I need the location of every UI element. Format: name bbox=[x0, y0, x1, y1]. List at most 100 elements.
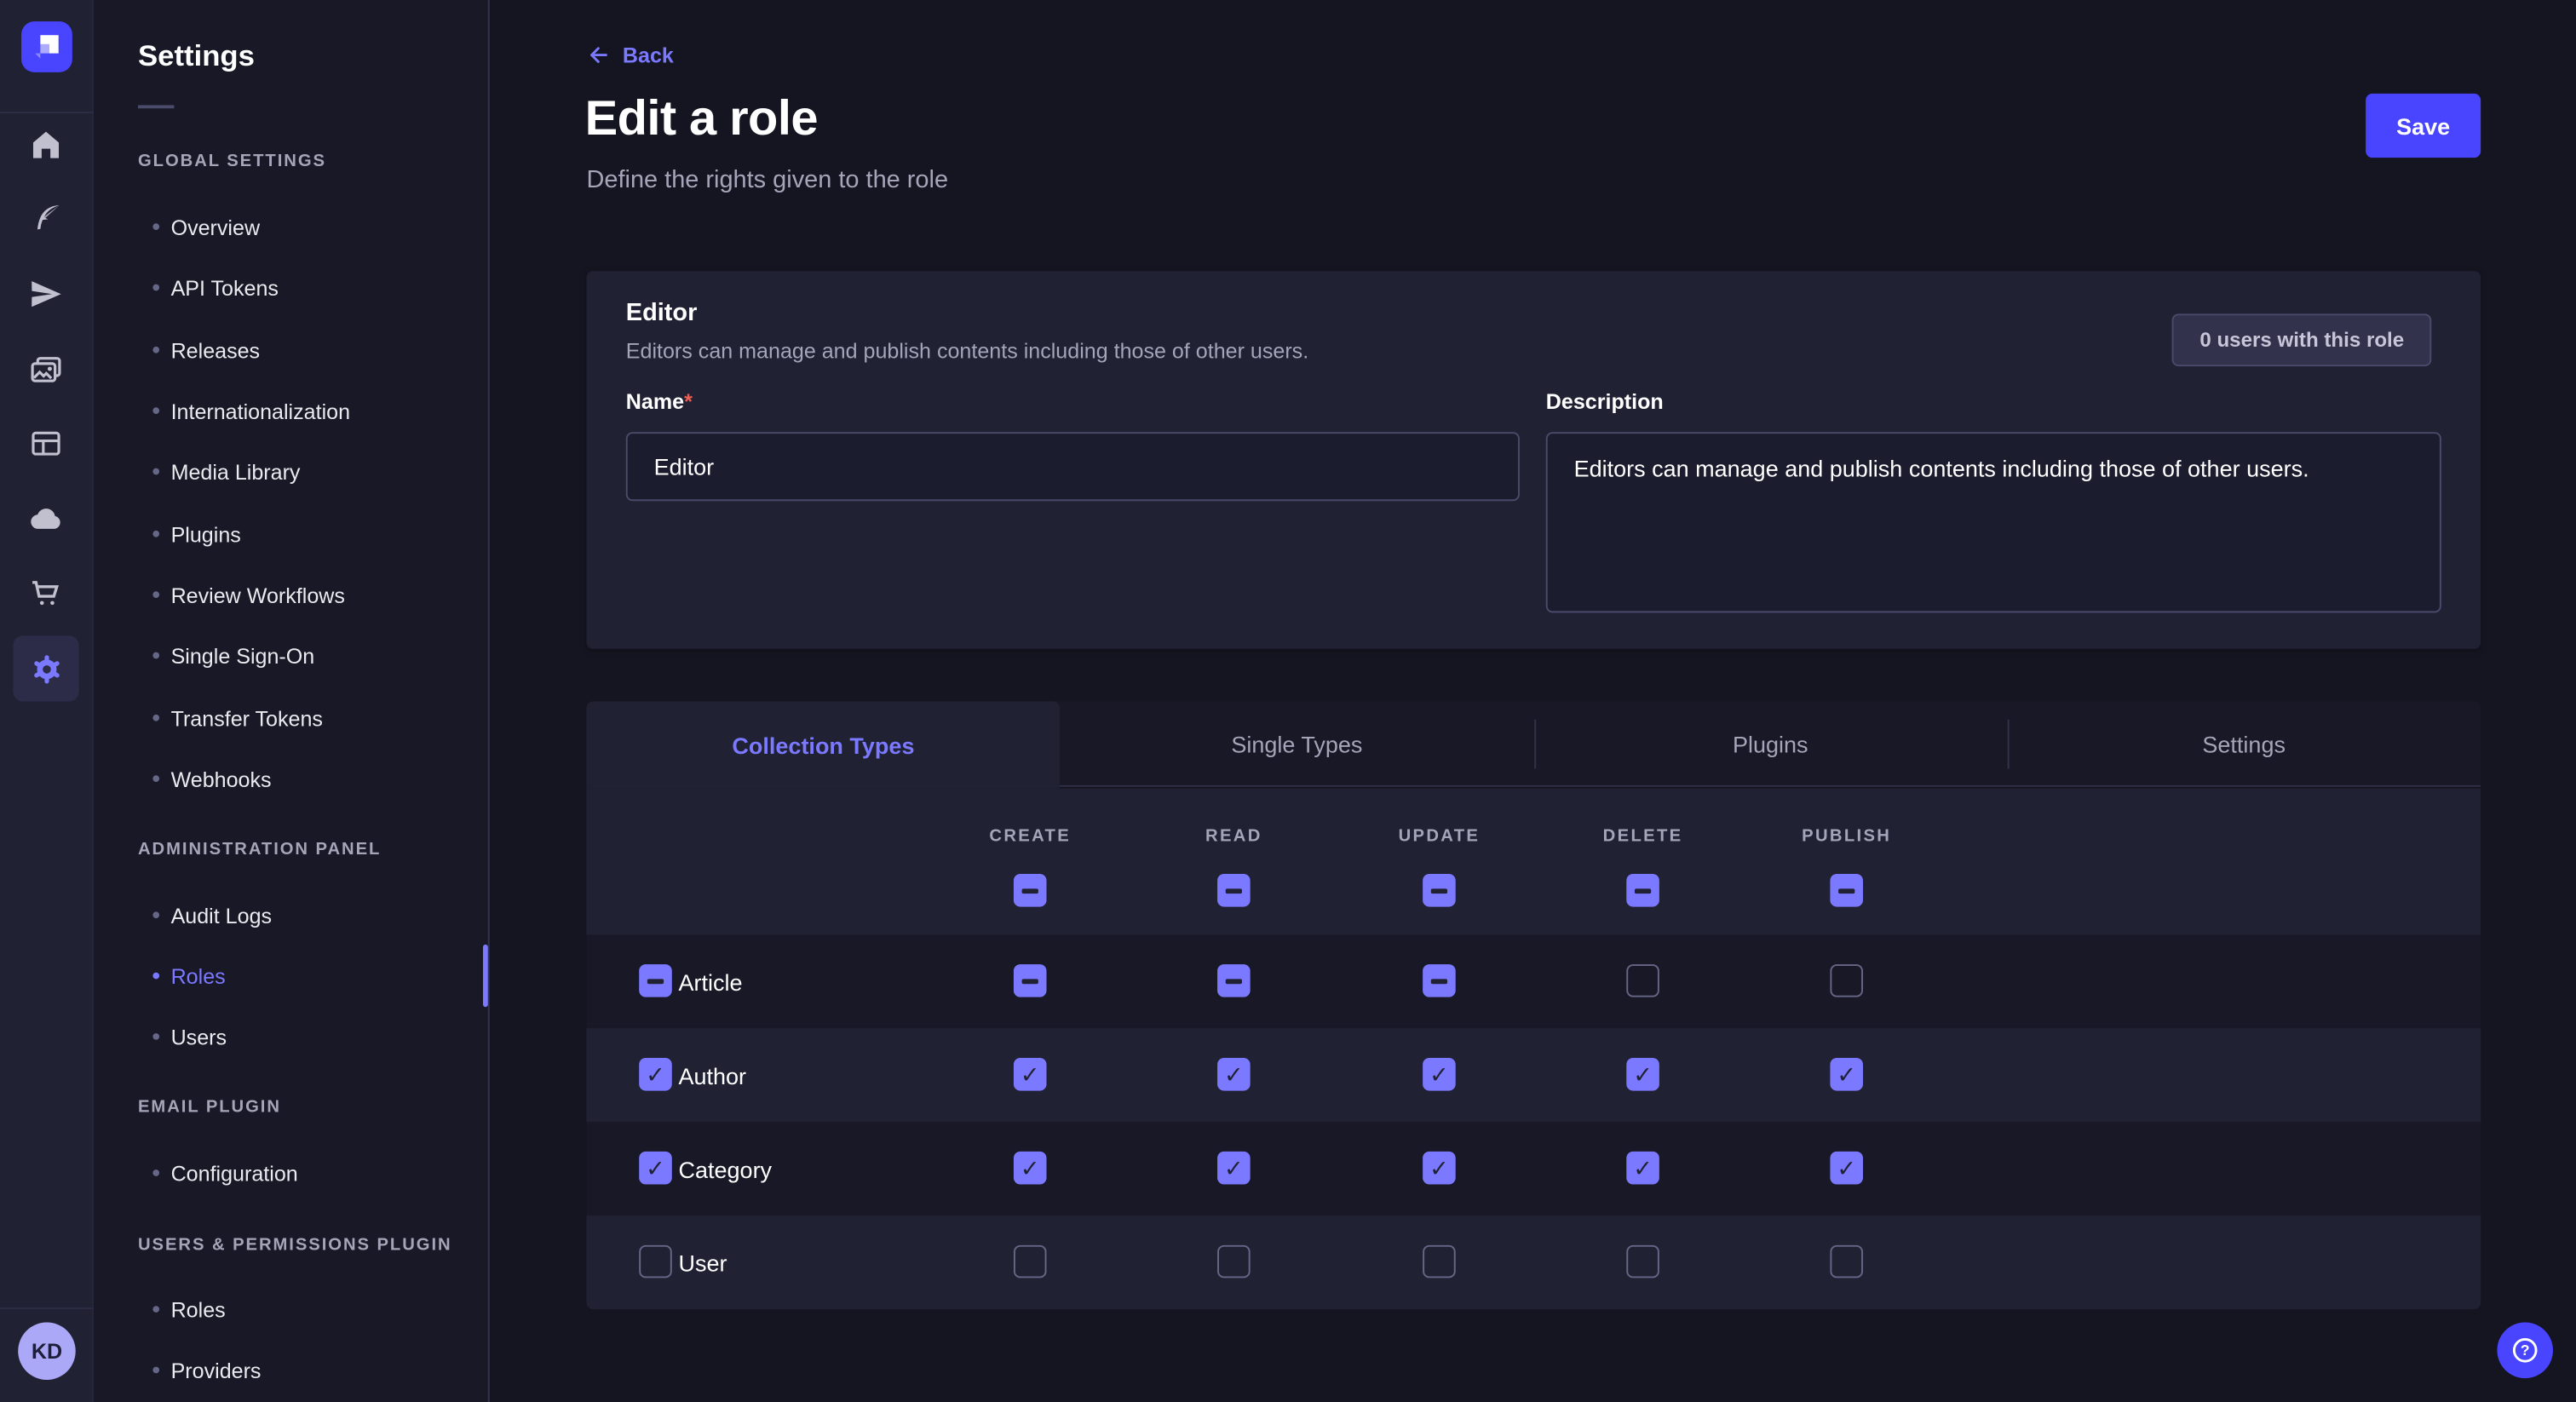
bullet-icon bbox=[152, 775, 159, 782]
checkbox-author-publish[interactable] bbox=[1830, 1058, 1863, 1091]
help-icon: ? bbox=[2509, 1334, 2542, 1367]
description-textarea[interactable] bbox=[1546, 432, 2441, 612]
sidebar-item-audit-logs[interactable]: Audit Logs bbox=[94, 900, 488, 930]
settings-icon[interactable] bbox=[13, 635, 78, 701]
checkbox-article-publish[interactable] bbox=[1830, 964, 1863, 997]
deploy-icon[interactable] bbox=[13, 261, 78, 327]
strapi-logo-glyph bbox=[32, 32, 63, 63]
sidebar-item-webhooks[interactable]: Webhooks bbox=[94, 764, 488, 794]
sidebar-item-transfer-tokens[interactable]: Transfer Tokens bbox=[94, 703, 488, 733]
media-library-icon[interactable] bbox=[13, 336, 78, 402]
master-checkbox-create[interactable] bbox=[1014, 874, 1047, 907]
main-nav: KD bbox=[0, 0, 94, 1402]
sidebar-item-review-workflows[interactable]: Review Workflows bbox=[94, 580, 488, 610]
svg-text:?: ? bbox=[2521, 1342, 2530, 1359]
sidebar-item-overview[interactable]: Overview bbox=[94, 212, 488, 242]
master-checkbox-read[interactable] bbox=[1217, 874, 1251, 907]
marketplace-icon[interactable] bbox=[13, 560, 78, 626]
sidebar-item-api-tokens[interactable]: API Tokens bbox=[94, 273, 488, 302]
checkbox-category-publish[interactable] bbox=[1830, 1152, 1863, 1185]
tab-collection-types[interactable]: Collection Types bbox=[586, 701, 1060, 788]
tab-divider bbox=[2007, 720, 2009, 769]
bullet-icon bbox=[152, 1306, 159, 1313]
sidebar-item-releases[interactable]: Releases bbox=[94, 335, 488, 365]
checkbox-author-update[interactable] bbox=[1423, 1058, 1456, 1091]
checkbox-article-read[interactable] bbox=[1217, 964, 1251, 997]
sidebar-item-media-library[interactable]: Media Library bbox=[94, 457, 488, 486]
column-header-update: UPDATE bbox=[1357, 826, 1521, 846]
cloud-icon[interactable] bbox=[13, 486, 78, 552]
checkbox-category-create[interactable] bbox=[1014, 1152, 1047, 1185]
checkbox-article-create[interactable] bbox=[1014, 964, 1047, 997]
master-checkbox-update[interactable] bbox=[1423, 874, 1456, 907]
subnav-title: Settings bbox=[138, 39, 255, 73]
row-checkbox-author[interactable] bbox=[639, 1058, 672, 1091]
checkbox-user-read[interactable] bbox=[1217, 1245, 1251, 1278]
bullet-icon bbox=[152, 347, 159, 353]
settings-sub-nav: Settings GLOBAL SETTINGS Overview API To… bbox=[94, 0, 490, 1402]
column-header-delete: DELETE bbox=[1561, 826, 1725, 846]
row-label: Author bbox=[678, 1062, 746, 1089]
row-checkbox-category[interactable] bbox=[639, 1152, 672, 1185]
save-button[interactable]: Save bbox=[2366, 94, 2481, 158]
page-subtitle: Define the rights given to the role bbox=[586, 166, 948, 194]
description-label: Description bbox=[1546, 389, 1664, 414]
checkbox-user-create[interactable] bbox=[1014, 1245, 1047, 1278]
sidebar-item-roles-up[interactable]: Roles bbox=[94, 1295, 488, 1324]
sidebar-item-configuration[interactable]: Configuration bbox=[94, 1158, 488, 1188]
page-title: Edit a role bbox=[585, 92, 818, 148]
sidebar-item-users[interactable]: Users bbox=[94, 1022, 488, 1052]
checkbox-article-update[interactable] bbox=[1423, 964, 1456, 997]
checkbox-category-update[interactable] bbox=[1423, 1152, 1456, 1185]
checkbox-category-delete[interactable] bbox=[1626, 1152, 1659, 1185]
users-with-role-button[interactable]: 0 users with this role bbox=[2172, 313, 2432, 366]
checkbox-author-read[interactable] bbox=[1217, 1058, 1251, 1091]
row-label: Category bbox=[678, 1156, 772, 1182]
strapi-logo[interactable] bbox=[21, 21, 72, 72]
table-row-author: Author bbox=[586, 1028, 2481, 1122]
name-input[interactable] bbox=[626, 432, 1520, 501]
section-email-plugin: EMAIL PLUGIN bbox=[138, 1097, 281, 1117]
sidebar-item-roles-admin[interactable]: Roles bbox=[94, 961, 488, 991]
section-global-settings: GLOBAL SETTINGS bbox=[138, 151, 326, 170]
bullet-icon bbox=[152, 531, 159, 537]
back-arrow-icon bbox=[586, 43, 611, 67]
bullet-icon bbox=[152, 1367, 159, 1374]
column-header-create: CREATE bbox=[948, 826, 1113, 846]
checkbox-user-publish[interactable] bbox=[1830, 1245, 1863, 1278]
main-content: Back Edit a role Define the rights given… bbox=[490, 0, 2576, 1402]
permissions-tabbar: Collection Types Single Types Plugins Se… bbox=[586, 701, 2481, 786]
table-row-article: Article bbox=[586, 934, 2481, 1028]
bullet-icon bbox=[152, 652, 159, 659]
avatar[interactable]: KD bbox=[18, 1322, 75, 1379]
tab-single-types[interactable]: Single Types bbox=[1060, 701, 1533, 786]
column-header-read: READ bbox=[1152, 826, 1316, 846]
master-checkbox-delete[interactable] bbox=[1626, 874, 1659, 907]
permissions-table: CREATE READ UPDATE DELETE PUBLISH Articl… bbox=[586, 789, 2481, 1307]
sidebar-item-internationalization[interactable]: Internationalization bbox=[94, 396, 488, 426]
section-users-permissions-plugin: USERS & PERMISSIONS PLUGIN bbox=[138, 1235, 452, 1255]
home-icon[interactable] bbox=[13, 112, 78, 177]
tab-settings[interactable]: Settings bbox=[2007, 701, 2481, 786]
master-checkbox-publish[interactable] bbox=[1830, 874, 1863, 907]
checkbox-author-delete[interactable] bbox=[1626, 1058, 1659, 1091]
help-button[interactable]: ? bbox=[2497, 1322, 2553, 1378]
sidebar-item-single-sign-on[interactable]: Single Sign-On bbox=[94, 641, 488, 670]
tab-plugins[interactable]: Plugins bbox=[1533, 701, 2007, 786]
content-manager-icon[interactable] bbox=[13, 411, 78, 476]
row-checkbox-article[interactable] bbox=[639, 964, 672, 997]
checkbox-category-read[interactable] bbox=[1217, 1152, 1251, 1185]
sidebar-item-plugins[interactable]: Plugins bbox=[94, 519, 488, 549]
checkbox-user-delete[interactable] bbox=[1626, 1245, 1659, 1278]
row-checkbox-user[interactable] bbox=[639, 1245, 672, 1278]
sidebar-item-providers[interactable]: Providers bbox=[94, 1355, 488, 1385]
nav-divider bbox=[0, 1307, 94, 1309]
subnav-scrollbar[interactable] bbox=[483, 945, 488, 1007]
checkbox-user-update[interactable] bbox=[1423, 1245, 1456, 1278]
content-type-builder-icon[interactable] bbox=[13, 186, 78, 251]
checkbox-article-delete[interactable] bbox=[1626, 964, 1659, 997]
back-link[interactable]: Back bbox=[586, 43, 673, 67]
checkbox-author-create[interactable] bbox=[1014, 1058, 1047, 1091]
subnav-divider bbox=[138, 105, 174, 108]
bullet-icon bbox=[152, 223, 159, 230]
